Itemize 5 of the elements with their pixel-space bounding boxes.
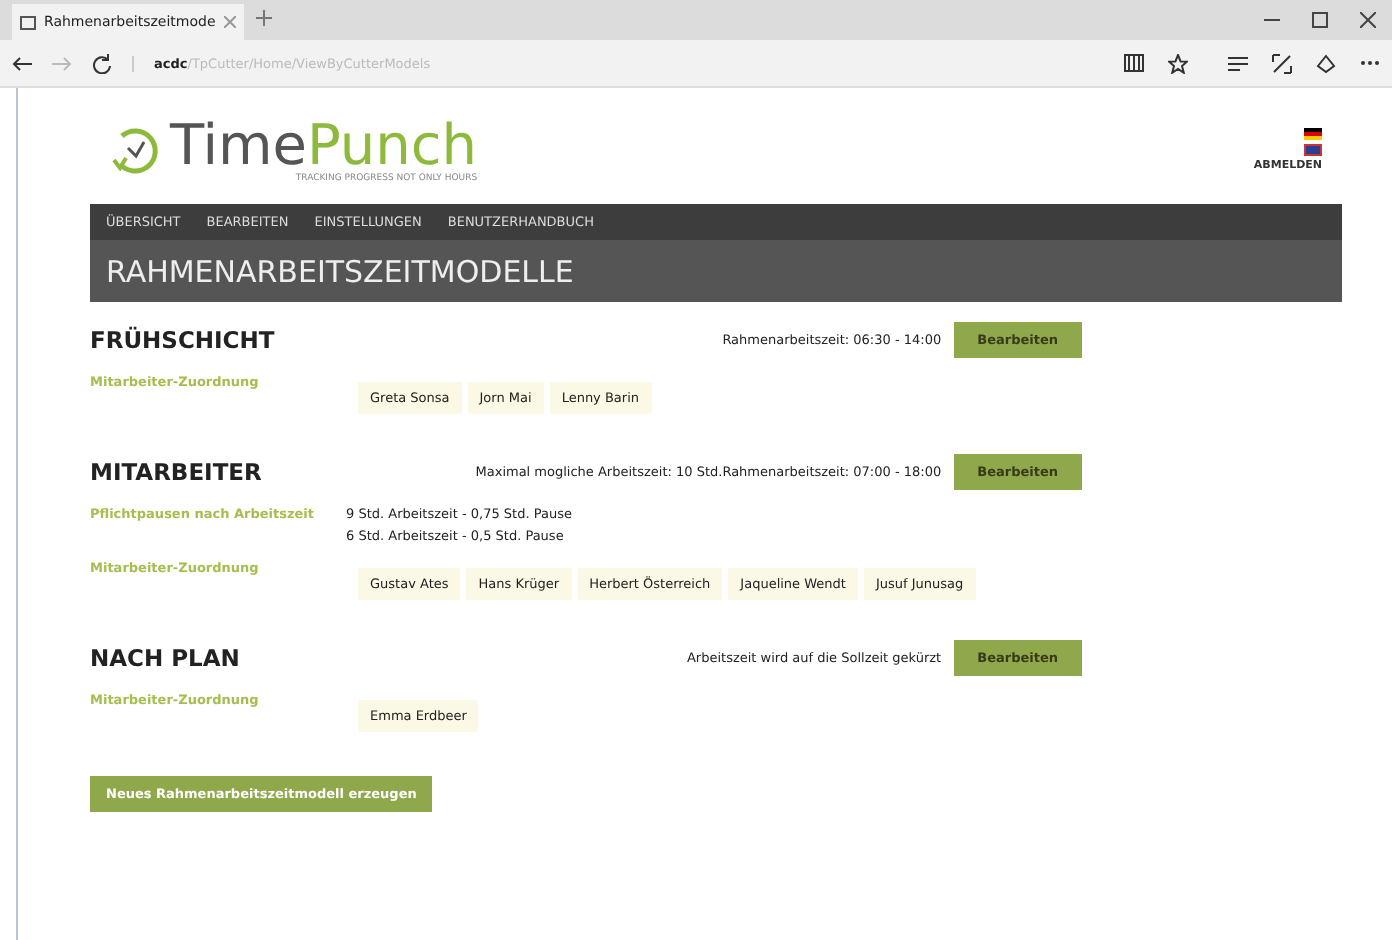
model-title: FRÜHSCHICHT — [90, 326, 277, 354]
logo-wordmark: TimePunch — [170, 116, 478, 176]
page-title: RAHMENARBEITSZEITMODELLE — [106, 253, 574, 289]
model-title: NACH PLAN — [90, 644, 242, 672]
model-title: MITARBEITER — [90, 458, 264, 486]
